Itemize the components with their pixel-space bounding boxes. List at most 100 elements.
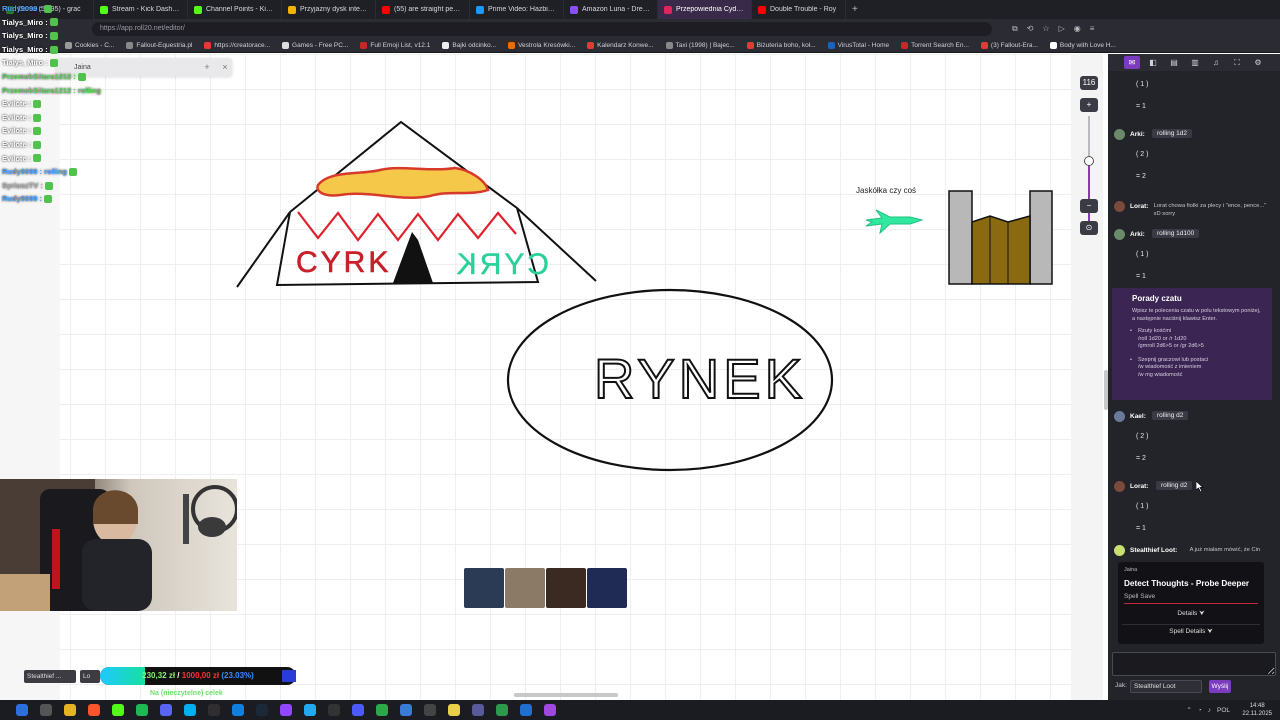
windows-taskbar: ⌃ ◔ ♪ POL 14:48 22.11.2025 <box>0 700 1280 720</box>
details-button[interactable]: Details ⮟ <box>1118 610 1264 618</box>
overlay-tag-2: Lo <box>80 670 100 683</box>
chat-input[interactable] <box>1112 652 1276 676</box>
app5-icon[interactable] <box>448 704 460 716</box>
app-icon[interactable] <box>352 704 364 716</box>
zoom-slider-handle[interactable] <box>1084 156 1094 166</box>
character-token[interactable] <box>546 568 586 608</box>
edge-icon[interactable] <box>232 704 244 716</box>
browser-tabbar: Dama (5 095) - graćStream - Kick Dashboa… <box>0 0 1280 19</box>
close-button[interactable]: × <box>218 62 232 72</box>
spell-details-button[interactable]: Spell Details ⮟ <box>1118 628 1264 636</box>
bookmark-item[interactable]: Bajki odcinko... <box>437 41 501 49</box>
bookmark-item[interactable]: (3) Fallout-Era... <box>976 41 1043 49</box>
browser-tab[interactable]: Double Trouble - Roy <box>752 0 846 19</box>
menu-icon[interactable]: ≡ <box>1090 24 1095 34</box>
browser-tab[interactable]: Stream - Kick Dashboard <box>94 0 188 19</box>
brave-icon[interactable] <box>88 704 100 716</box>
roll-total: = 1 <box>1136 273 1146 280</box>
search-icon[interactable] <box>40 704 52 716</box>
overlay-chat-line: PrzemekGitara1212 : <box>2 70 102 84</box>
jukebox-icon[interactable]: ♫ <box>1208 56 1224 69</box>
app2-icon[interactable] <box>376 704 388 716</box>
overlay-chat-name: PrzemekGitara1212 : rolling <box>2 85 101 95</box>
bookmark-star-icon[interactable]: ☆ <box>1042 24 1049 34</box>
language-indicator[interactable]: POL <box>1217 707 1230 714</box>
discord-icon[interactable] <box>160 704 172 716</box>
chat-icon[interactable]: ✉ <box>1124 56 1140 69</box>
zoom-reset-button[interactable]: ⊙ <box>1080 221 1098 235</box>
system-clock[interactable]: 14:48 22.11.2025 <box>1242 702 1272 718</box>
tray-chevron-icon[interactable]: ⌃ <box>1186 706 1191 714</box>
horizontal-scrollbar[interactable] <box>514 693 618 697</box>
app9-icon[interactable] <box>544 704 556 716</box>
bookmark-item[interactable]: Body with Love H... <box>1045 41 1121 49</box>
zoom-out-button[interactable]: − <box>1080 199 1098 213</box>
extensions-icon[interactable]: ⧉ <box>1012 24 1018 34</box>
app8-icon[interactable] <box>520 704 532 716</box>
network-icon[interactable]: ◔ <box>1198 707 1202 714</box>
app3-icon[interactable] <box>400 704 412 716</box>
bookmark-item[interactable]: VirusTotal - Home <box>823 41 895 49</box>
message-author: Arki: <box>1130 231 1145 238</box>
add-button[interactable]: + <box>200 62 214 72</box>
twitch-icon[interactable] <box>280 704 292 716</box>
new-tab-button[interactable]: + <box>846 4 864 15</box>
app7-icon[interactable] <box>496 704 508 716</box>
character-token[interactable] <box>587 568 627 608</box>
character-token[interactable] <box>505 568 545 608</box>
play-icon[interactable]: ▷ <box>1059 24 1065 34</box>
overlay-chat-line: Evilote : <box>2 97 102 111</box>
app6-icon[interactable] <box>472 704 484 716</box>
url-field[interactable]: https://app.roll20.net/editor/ <box>92 21 992 36</box>
speaking-as-select[interactable]: Stealthief Loot <box>1130 680 1202 693</box>
app4-icon[interactable] <box>424 704 436 716</box>
browser-tab[interactable]: (55) are straight people o <box>376 0 470 19</box>
bookmark-item[interactable]: https://creatorace... <box>199 41 275 49</box>
zoom-level-badge: 116 <box>1080 76 1098 90</box>
bookmark-item[interactable]: Kalendarz Konwe... <box>582 41 658 49</box>
art-library-icon[interactable]: ◧ <box>1145 56 1161 69</box>
gate-drawing[interactable] <box>948 190 1053 285</box>
compendium-icon[interactable]: ▥ <box>1187 56 1203 69</box>
bookmark-item[interactable]: Vestrola Kresówki... <box>503 41 580 49</box>
bookmark-item[interactable]: Biżuteria boho, koł... <box>742 41 821 49</box>
browser-tab[interactable]: Przepowiednia Cydru | R <box>658 0 752 19</box>
bookmark-item[interactable]: Full Emoji List, v12.1 <box>355 41 435 49</box>
bookmark-item[interactable]: Games - Free PC... <box>277 41 353 49</box>
profile-icon[interactable]: ◉ <box>1074 24 1081 34</box>
vscode-icon[interactable] <box>304 704 316 716</box>
tab-favicon-icon <box>476 5 484 14</box>
overlay-chat-name: Tialys_Miro : <box>2 44 48 54</box>
epic-icon[interactable] <box>328 704 340 716</box>
bookmark-label: Vestrola Kresówki... <box>518 41 576 49</box>
explorer-icon[interactable] <box>64 704 76 716</box>
browser-tab[interactable]: Prime Video: Hazbin Hote <box>470 0 564 19</box>
send-button[interactable]: Wyślij <box>1209 680 1231 693</box>
translate-icon[interactable]: ⟲ <box>1027 24 1034 34</box>
bookmark-favicon-icon <box>282 41 290 49</box>
bookmark-label: Kalendarz Konwe... <box>597 41 654 49</box>
bookmark-item[interactable]: Torrent Search En... <box>896 41 974 49</box>
browser-tab[interactable]: Amazon Luna - Dream Ta <box>564 0 658 19</box>
character-token[interactable] <box>464 568 504 608</box>
zoom-in-button[interactable]: + <box>1080 98 1098 112</box>
kick-icon[interactable] <box>112 704 124 716</box>
steam-icon[interactable] <box>256 704 268 716</box>
obs-icon[interactable] <box>208 704 220 716</box>
settings-icon[interactable]: ⚙ <box>1250 56 1266 69</box>
chat-emote-icon <box>69 167 78 176</box>
browser-tab[interactable]: Channel Points - Kick Da <box>188 0 282 19</box>
bookmark-item[interactable]: Fallout-Equestria.pl <box>121 41 197 49</box>
overlay-chat-name: Evilote : <box>2 112 32 122</box>
start-icon[interactable] <box>16 704 28 716</box>
skype-icon[interactable] <box>184 704 196 716</box>
browser-tab[interactable]: Przyjazny dysk internetow <box>282 0 376 19</box>
journal-icon[interactable]: ▤ <box>1166 56 1182 69</box>
message-text: Lorat chowa fiolki za plecy i "ence, pen… <box>1153 203 1267 217</box>
spotify-icon[interactable] <box>136 704 148 716</box>
volume-icon[interactable]: ♪ <box>1208 707 1211 714</box>
collections-icon[interactable]: ⛶ <box>1229 56 1245 69</box>
swallow-drawing[interactable] <box>865 209 924 235</box>
bookmark-item[interactable]: Taxi (1998) | Bajec... <box>661 41 740 49</box>
tab-label: Channel Points - Kick Da <box>206 6 275 13</box>
